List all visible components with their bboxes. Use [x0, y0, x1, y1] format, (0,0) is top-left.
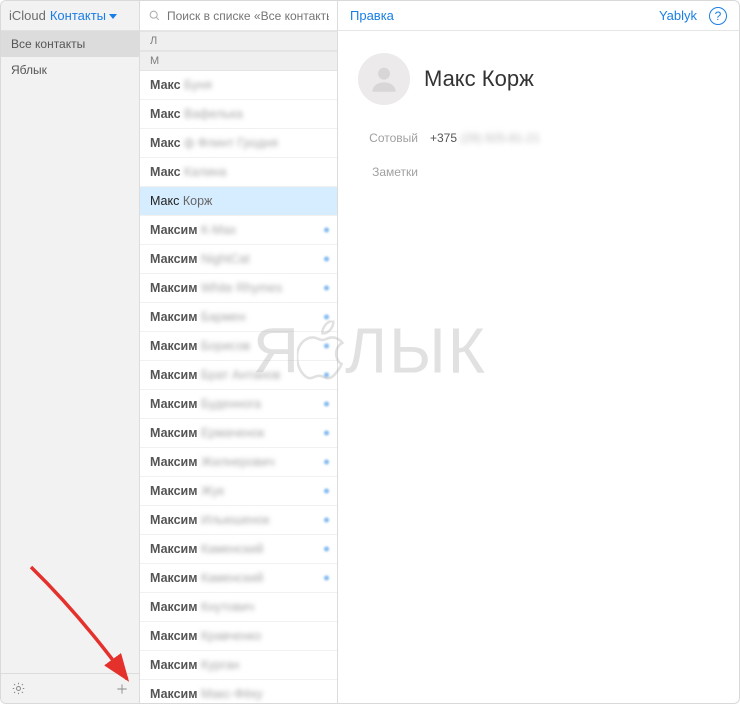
contact-row[interactable]: Макс Корж — [140, 187, 337, 216]
list-section-header: Л — [140, 31, 337, 51]
search-icon — [148, 9, 161, 22]
status-dot — [324, 489, 329, 494]
contact-row[interactable]: Макс Калина — [140, 158, 337, 187]
contact-header: Макс Корж — [358, 53, 719, 105]
contact-row[interactable]: Максим Каменский — [140, 564, 337, 593]
contact-row[interactable]: Максим NightCat — [140, 245, 337, 274]
status-dot — [324, 431, 329, 436]
status-dot — [324, 460, 329, 465]
contact-row[interactable]: Максим Макс-Фёку — [140, 680, 337, 703]
search-input[interactable] — [167, 9, 329, 23]
contact-row[interactable]: Макс Буня — [140, 71, 337, 100]
sidebar: iCloud Контакты Все контактыЯблык — [1, 1, 140, 703]
contact-row[interactable]: Максим К-Мах — [140, 216, 337, 245]
sidebar-group-item[interactable]: Яблык — [1, 57, 139, 83]
contact-row[interactable]: Максим Буденнога — [140, 390, 337, 419]
brand-label: iCloud — [9, 8, 46, 23]
help-icon[interactable]: ? — [709, 7, 727, 25]
app-window: iCloud Контакты Все контактыЯблык — [0, 0, 740, 704]
detail-body: Макс Корж Сотовый +375 (29) 925-81-21 За… — [338, 31, 739, 199]
notes-label: Заметки — [358, 165, 430, 179]
avatar — [358, 53, 410, 105]
status-dot — [324, 344, 329, 349]
search-row — [140, 1, 337, 31]
status-dot — [324, 315, 329, 320]
gear-icon[interactable] — [11, 681, 26, 696]
section-label: Контакты — [50, 8, 106, 23]
person-silhouette-icon — [367, 62, 401, 96]
status-dot — [324, 286, 329, 291]
contact-row[interactable]: Максим Борисов — [140, 332, 337, 361]
status-dot — [324, 257, 329, 262]
contact-row[interactable]: Максим Курган — [140, 651, 337, 680]
list-section-header: М — [140, 51, 337, 71]
edit-button[interactable]: Правка — [350, 8, 394, 23]
sidebar-header: iCloud Контакты — [1, 1, 139, 31]
contact-name: Макс Корж — [424, 66, 534, 92]
plus-icon[interactable] — [115, 682, 129, 696]
chevron-down-icon — [109, 14, 117, 19]
phone-label: Сотовый — [358, 131, 430, 145]
contact-row[interactable]: Максим Брат Антанов — [140, 361, 337, 390]
contact-row[interactable]: Максим Бармен — [140, 303, 337, 332]
status-dot — [324, 373, 329, 378]
contact-row[interactable]: Максим Каменский — [140, 535, 337, 564]
contact-row[interactable]: Максим Кравченко — [140, 622, 337, 651]
group-list: Все контактыЯблык — [1, 31, 139, 673]
sidebar-group-item[interactable]: Все контакты — [1, 31, 139, 57]
contact-row[interactable]: Макс Вафелька — [140, 100, 337, 129]
status-dot — [324, 547, 329, 552]
status-dot — [324, 518, 329, 523]
detail-header: Правка Yablyk ? — [338, 1, 739, 31]
contact-row[interactable]: Максим Ильюшенок — [140, 506, 337, 535]
phone-field: Сотовый +375 (29) 925-81-21 — [358, 131, 719, 145]
status-dot — [324, 402, 329, 407]
contact-list-pane: ЛММакс БуняМакс ВафелькаМакс ф Флинт Гро… — [140, 1, 338, 703]
contact-row[interactable]: Максим Жук — [140, 477, 337, 506]
status-dot — [324, 228, 329, 233]
section-dropdown[interactable]: Контакты — [50, 8, 117, 23]
site-link[interactable]: Yablyk — [659, 8, 697, 23]
notes-field: Заметки — [358, 165, 719, 179]
contact-row[interactable]: Макс ф Флинт Гродня — [140, 129, 337, 158]
sidebar-footer — [1, 673, 139, 703]
contact-row[interactable]: Максим Кнутович — [140, 593, 337, 622]
phone-value: +375 (29) 925-81-21 — [430, 131, 540, 145]
contact-row[interactable]: Максим Жилнерович — [140, 448, 337, 477]
detail-pane: Правка Yablyk ? Макс Корж Сотовый +375 — [338, 1, 739, 703]
contact-row[interactable]: Максим Ермаченок — [140, 419, 337, 448]
contact-row[interactable]: Максим White Rhymes — [140, 274, 337, 303]
contact-list[interactable]: ЛММакс БуняМакс ВафелькаМакс ф Флинт Гро… — [140, 31, 337, 703]
status-dot — [324, 576, 329, 581]
